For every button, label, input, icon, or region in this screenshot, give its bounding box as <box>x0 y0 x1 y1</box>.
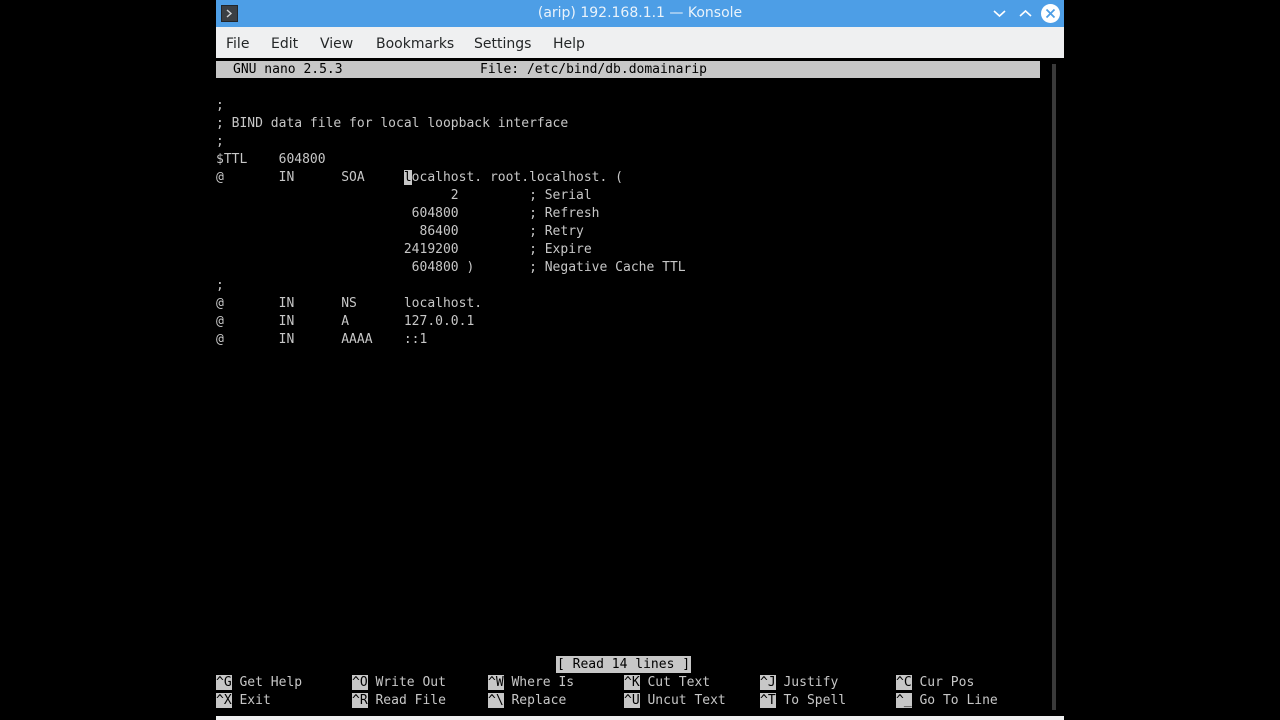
menu-bookmarks[interactable]: Bookmarks <box>376 36 454 52</box>
shortcut-key: ^G <box>216 675 232 690</box>
file-line: 2 ; Serial <box>216 188 592 203</box>
shortcut-label: Justify <box>783 675 839 690</box>
shortcut-label: To Spell <box>783 693 847 708</box>
shortcut-where-is[interactable]: ^W Where Is <box>488 674 574 692</box>
file-line: @ IN NS localhost. <box>216 296 483 311</box>
menu-help[interactable]: Help <box>553 36 585 52</box>
terminal-area[interactable]: GNU nano 2.5.3 File: /etc/bind/db.domain… <box>216 58 1064 716</box>
shortcut-key: ^_ <box>896 693 912 708</box>
shortcut-justify[interactable]: ^J Justify <box>760 674 838 692</box>
shortcut-cut-text[interactable]: ^K Cut Text <box>624 674 710 692</box>
menu-file[interactable]: File <box>226 36 249 52</box>
terminal-scrollbar[interactable] <box>1052 64 1056 710</box>
shortcut-label: Go To Line <box>919 693 998 708</box>
window-bottom-edge <box>216 716 1064 720</box>
shortcut-get-help[interactable]: ^G Get Help <box>216 674 302 692</box>
menu-bar: File Edit View Bookmarks Settings Help <box>216 27 1064 58</box>
file-line: ; <box>216 278 224 293</box>
nano-file-name: File: /etc/bind/db.domainarip <box>480 62 707 77</box>
chevron-down-icon[interactable] <box>990 4 1009 23</box>
shortcut-label: Write Out <box>375 675 446 690</box>
shortcut-label: Cur Pos <box>919 675 975 690</box>
file-line-before-cursor: @ IN SOA <box>216 170 404 185</box>
window-title: (arip) 192.168.1.1 — Konsole <box>537 5 743 21</box>
shortcut-key: ^W <box>488 675 504 690</box>
file-line: ; <box>216 134 224 149</box>
shortcut-to-spell[interactable]: ^T To Spell <box>760 692 846 710</box>
shortcut-label: Read File <box>375 693 446 708</box>
shortcut-label: Uncut Text <box>647 693 726 708</box>
shortcut-uncut-text[interactable]: ^U Uncut Text <box>624 692 726 710</box>
file-line: ; BIND data file for local loopback inte… <box>216 116 569 131</box>
shortcut-label: Replace <box>511 693 567 708</box>
shortcut-key: ^O <box>352 675 368 690</box>
close-icon[interactable] <box>1041 4 1060 23</box>
shortcut-key: ^C <box>896 675 912 690</box>
file-line: 604800 ) ; Negative Cache TTL <box>216 260 686 275</box>
file-line: 2419200 ; Expire <box>216 242 592 257</box>
file-line: 86400 ; Retry <box>216 224 584 239</box>
shortcut-label: Cut Text <box>647 675 711 690</box>
shortcut-label: Where Is <box>511 675 575 690</box>
shortcut-key: ^K <box>624 675 640 690</box>
text-cursor: l <box>403 170 412 185</box>
shortcut-read-file[interactable]: ^R Read File <box>352 692 446 710</box>
menu-edit[interactable]: Edit <box>271 36 298 52</box>
shortcut-key: ^R <box>352 693 368 708</box>
file-line: 604800 ; Refresh <box>216 206 600 221</box>
shortcut-go-to-line[interactable]: ^_ Go To Line <box>896 692 998 710</box>
shortcut-key: ^T <box>760 693 776 708</box>
shortcut-label: Get Help <box>239 675 303 690</box>
shortcut-key: ^J <box>760 675 776 690</box>
file-line: ; <box>216 98 224 113</box>
file-line-cursor: @ IN SOA localhost. root.localhost. ( <box>216 169 623 187</box>
nano-status: [ Read 14 lines ] <box>556 656 692 673</box>
file-line: @ IN A 127.0.0.1 <box>216 314 475 329</box>
chevron-up-icon[interactable] <box>1016 4 1035 23</box>
file-line: @ IN AAAA ::1 <box>216 332 428 347</box>
shortcut-exit[interactable]: ^X Exit <box>216 692 271 710</box>
nano-header: GNU nano 2.5.3 File: /etc/bind/db.domain… <box>216 61 1040 78</box>
konsole-window: (arip) 192.168.1.1 — Konsole File Edit V… <box>216 0 1064 720</box>
nano-version: GNU nano 2.5.3 <box>233 62 343 77</box>
title-bar[interactable]: (arip) 192.168.1.1 — Konsole <box>216 0 1064 27</box>
shortcut-key: ^U <box>624 693 640 708</box>
shortcut-replace[interactable]: ^\ Replace <box>488 692 566 710</box>
file-line: $TTL 604800 <box>216 152 326 167</box>
menu-view[interactable]: View <box>320 36 353 52</box>
shortcut-write-out[interactable]: ^O Write Out <box>352 674 446 692</box>
shortcut-label: Exit <box>239 693 271 708</box>
shortcut-key: ^\ <box>488 693 504 708</box>
file-line-after-cursor: ocalhost. root.localhost. ( <box>411 170 623 185</box>
shortcut-key: ^X <box>216 693 232 708</box>
shortcut-cur-pos[interactable]: ^C Cur Pos <box>896 674 974 692</box>
menu-settings[interactable]: Settings <box>474 36 531 52</box>
